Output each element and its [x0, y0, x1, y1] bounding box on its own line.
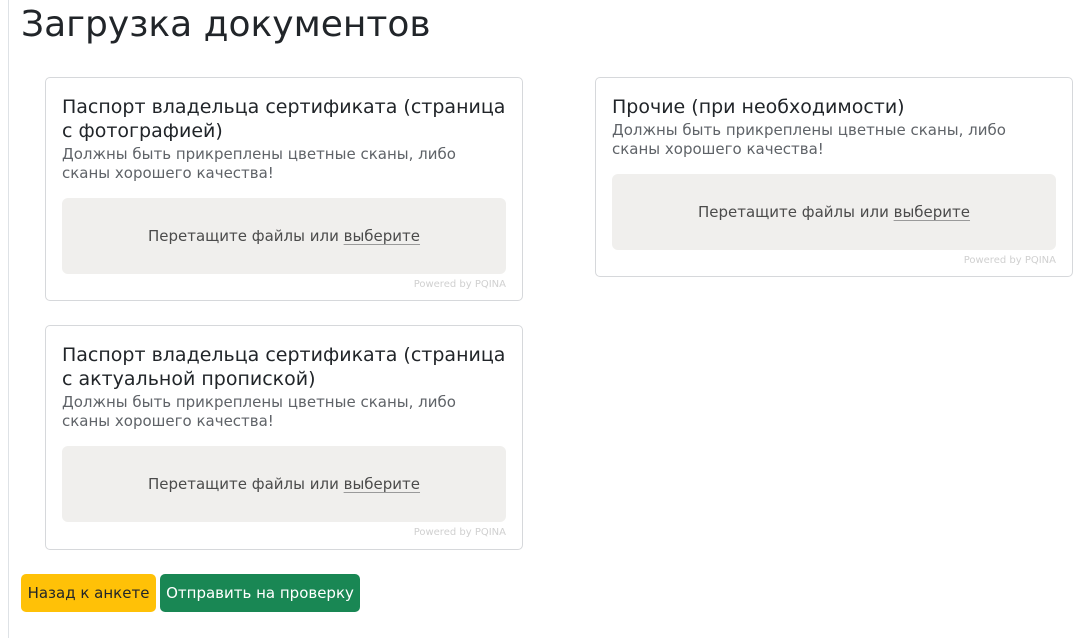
- browse-files-link[interactable]: выберите: [894, 203, 970, 221]
- dropzone-prompt: Перетащите файлы или: [147, 227, 339, 245]
- dropzone-prompt: Перетащите файлы или: [147, 475, 339, 493]
- dropzone-prompt: Перетащите файлы или: [697, 203, 889, 221]
- powered-by-label: Powered by PQINA: [413, 279, 506, 290]
- upload-card-other: Прочие (при необходимости) Должны быть п…: [595, 77, 1073, 277]
- page-title: Загрузка документов: [21, 4, 431, 45]
- browse-files-link[interactable]: выберите: [344, 475, 420, 493]
- powered-by-label: Powered by PQINA: [413, 527, 506, 538]
- card-title: Паспорт владельца сертификата (страница …: [62, 344, 506, 390]
- upload-card-passport-photo: Паспорт владельца сертификата (страница …: [45, 77, 523, 301]
- back-to-form-button[interactable]: Назад к анкете: [21, 574, 156, 612]
- card-note: Должны быть прикреплены цветные сканы, л…: [62, 393, 456, 430]
- left-divider: [8, 0, 9, 638]
- submit-for-review-button[interactable]: Отправить на проверку: [160, 574, 360, 612]
- card-title: Паспорт владельца сертификата (страница …: [62, 96, 506, 142]
- upload-card-passport-registration: Паспорт владельца сертификата (страница …: [45, 325, 523, 550]
- upload-documents-page: Загрузка документов Паспорт владельца се…: [0, 0, 1075, 638]
- powered-by-label: Powered by PQINA: [963, 255, 1056, 266]
- card-note: Должны быть прикреплены цветные сканы, л…: [612, 121, 1006, 158]
- file-dropzone[interactable]: Перетащите файлы или выберите: [62, 446, 506, 522]
- file-dropzone[interactable]: Перетащите файлы или выберите: [612, 174, 1056, 250]
- browse-files-link[interactable]: выберите: [344, 227, 420, 245]
- card-title: Прочие (при необходимости): [612, 96, 905, 118]
- file-dropzone[interactable]: Перетащите файлы или выберите: [62, 198, 506, 274]
- card-note: Должны быть прикреплены цветные сканы, л…: [62, 145, 456, 182]
